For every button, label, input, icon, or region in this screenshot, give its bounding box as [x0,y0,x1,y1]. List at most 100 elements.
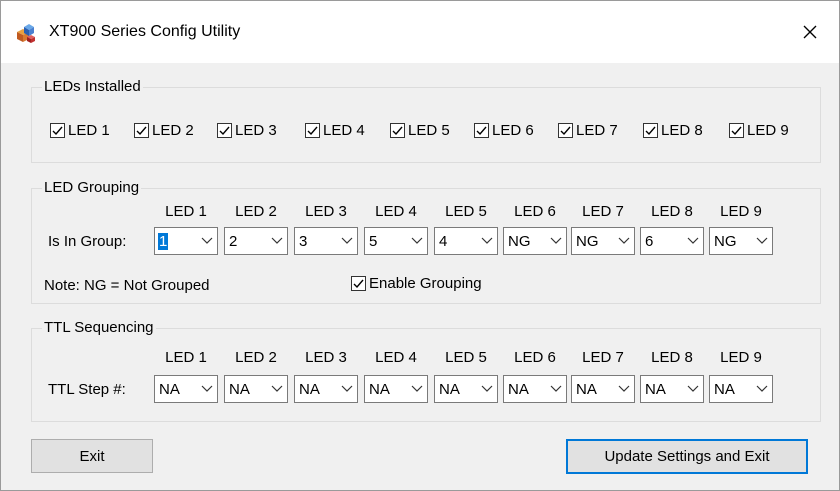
led-3-dropdown[interactable]: NA [294,375,358,403]
dropdown-value: 2 [229,233,238,250]
checkbox-box[interactable] [351,276,366,291]
column-header-led-9: LED 9 [720,349,762,366]
led-4-dropdown[interactable]: 5 [364,227,428,255]
led-3-dropdown[interactable]: 3 [294,227,358,255]
dropdown-value: 1 [158,233,169,250]
column-header-led-4: LED 4 [375,349,417,366]
led-1-dropdown[interactable]: 1 [154,227,218,255]
chevron-down-icon [411,237,423,244]
column-header-led-3: LED 3 [305,349,347,366]
column-header-led-7: LED 7 [582,203,624,220]
checkmark-icon [476,126,487,136]
checkbox-box[interactable] [134,123,149,138]
chevron-down-icon [201,237,213,244]
led-6-dropdown[interactable]: NG [503,227,567,255]
dropdown-value: NG [714,233,737,250]
checkbox-box[interactable] [217,123,232,138]
column-header-led-9: LED 9 [720,203,762,220]
checkbox-box[interactable] [50,123,65,138]
exit-button-label: Exit [79,447,105,465]
checkmark-icon [560,126,571,136]
led-5-dropdown[interactable]: NA [434,375,498,403]
led-4-dropdown[interactable]: NA [364,375,428,403]
led-installed-checkbox[interactable]: LED 8 [643,122,703,139]
column-header-led-1: LED 1 [165,349,207,366]
led-8-dropdown[interactable]: 6 [640,227,704,255]
dropdown-value: NA [714,381,735,398]
led-installed-checkbox[interactable]: LED 6 [474,122,534,139]
dropdown-value: NA [159,381,180,398]
dropdown-value: 3 [299,233,308,250]
column-header-led-6: LED 6 [514,203,556,220]
led-grouping-label: LED Grouping [42,179,142,196]
led-installed-label: LED 5 [408,122,450,139]
chevron-down-icon [271,237,283,244]
led-installed-checkbox[interactable]: LED 4 [305,122,365,139]
column-header-led-5: LED 5 [445,349,487,366]
title-bar: XT900 Series Config Utility [1,1,839,63]
checkbox-box[interactable] [558,123,573,138]
led-installed-checkbox[interactable]: LED 1 [50,122,110,139]
column-header-led-7: LED 7 [582,349,624,366]
checkmark-icon [353,279,364,289]
led-7-dropdown[interactable]: NG [571,227,635,255]
enable-grouping-checkbox[interactable]: Enable Grouping [351,275,482,292]
chevron-down-icon [341,237,353,244]
chevron-down-icon [271,385,283,392]
led-installed-label: LED 2 [152,122,194,139]
grouping-note: Note: NG = Not Grouped [44,277,210,294]
led-installed-checkbox[interactable]: LED 2 [134,122,194,139]
exit-button[interactable]: Exit [31,439,153,473]
led-installed-checkbox[interactable]: LED 5 [390,122,450,139]
column-header-led-3: LED 3 [305,203,347,220]
led-installed-checkbox[interactable]: LED 3 [217,122,277,139]
chevron-down-icon [618,237,630,244]
column-header-led-2: LED 2 [235,349,277,366]
chevron-down-icon [201,385,213,392]
checkmark-icon [136,126,147,136]
dropdown-value: NA [439,381,460,398]
led-installed-label: LED 1 [68,122,110,139]
dropdown-value: NA [369,381,390,398]
led-8-dropdown[interactable]: NA [640,375,704,403]
close-button[interactable] [781,1,839,63]
led-2-dropdown[interactable]: 2 [224,227,288,255]
dropdown-value: 4 [439,233,448,250]
chevron-down-icon [481,385,493,392]
checkbox-box[interactable] [729,123,744,138]
checkbox-box[interactable] [643,123,658,138]
chevron-down-icon [341,385,353,392]
led-2-dropdown[interactable]: NA [224,375,288,403]
dropdown-value: NA [645,381,666,398]
checkbox-box[interactable] [474,123,489,138]
led-installed-label: LED 9 [747,122,789,139]
row-label: TTL Step #: [48,381,126,398]
led-9-dropdown[interactable]: NA [709,375,773,403]
checkmark-icon [219,126,230,136]
chevron-down-icon [756,237,768,244]
column-header-led-8: LED 8 [651,349,693,366]
led-installed-label: LED 7 [576,122,618,139]
app-cubes-icon [17,24,35,43]
column-header-led-8: LED 8 [651,203,693,220]
dropdown-value: NA [299,381,320,398]
led-installed-label: LED 8 [661,122,703,139]
leds-installed-label: LEDs Installed [42,78,143,95]
checkbox-box[interactable] [390,123,405,138]
update-settings-button[interactable]: Update Settings and Exit [566,439,808,474]
chevron-down-icon [687,237,699,244]
led-1-dropdown[interactable]: NA [154,375,218,403]
led-6-dropdown[interactable]: NA [503,375,567,403]
column-header-led-2: LED 2 [235,203,277,220]
dropdown-value: NG [576,233,599,250]
update-settings-label: Update Settings and Exit [604,448,770,465]
led-installed-checkbox[interactable]: LED 9 [729,122,789,139]
led-5-dropdown[interactable]: 4 [434,227,498,255]
led-9-dropdown[interactable]: NG [709,227,773,255]
led-installed-label: LED 3 [235,122,277,139]
led-7-dropdown[interactable]: NA [571,375,635,403]
led-installed-label: LED 6 [492,122,534,139]
checkbox-box[interactable] [305,123,320,138]
led-installed-checkbox[interactable]: LED 7 [558,122,618,139]
column-header-led-4: LED 4 [375,203,417,220]
